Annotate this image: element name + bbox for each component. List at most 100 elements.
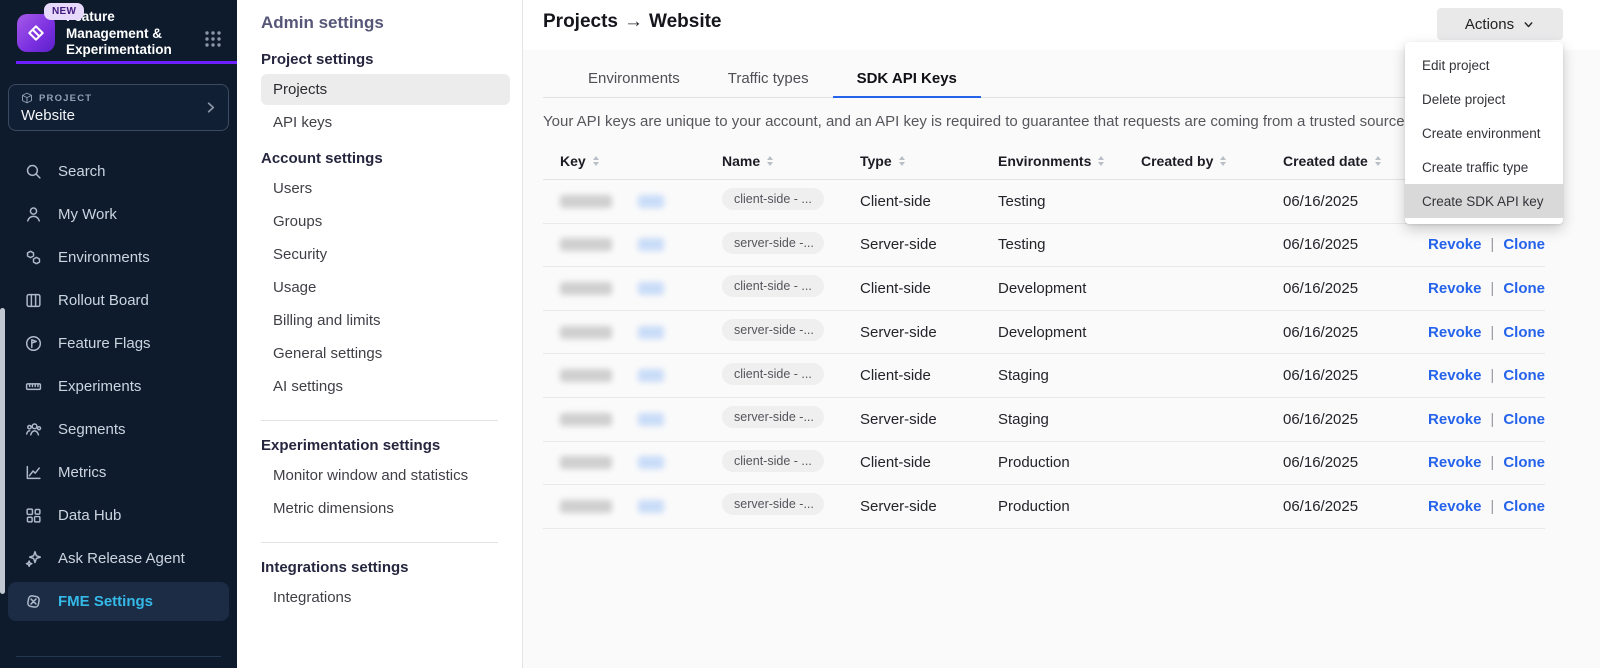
clone-link[interactable]: Clone xyxy=(1503,236,1545,253)
app-switcher-icon[interactable] xyxy=(204,30,222,48)
admin-item-billing-and-limits[interactable]: Billing and limits xyxy=(261,305,510,336)
menu-item-create-environment[interactable]: Create environment xyxy=(1405,116,1563,150)
admin-item-metric-dimensions[interactable]: Metric dimensions xyxy=(261,493,510,524)
redacted-key-value xyxy=(560,195,612,208)
key-cell xyxy=(560,369,722,382)
actions-separator: | xyxy=(1490,280,1494,297)
created-date-cell: 06/16/2025 xyxy=(1283,411,1413,428)
sidebar-item-segments[interactable]: Segments xyxy=(0,408,237,451)
column-header-label: Key xyxy=(560,153,586,169)
api-key-name-pill: client-side - ... xyxy=(722,450,824,472)
product-header: NEW Feature Management & Experimentation xyxy=(0,0,237,62)
admin-item-projects[interactable]: Projects xyxy=(261,74,510,105)
column-header-created-date[interactable]: Created date xyxy=(1283,153,1413,169)
clone-link[interactable]: Clone xyxy=(1503,367,1545,384)
sidebar-item-my-work[interactable]: My Work xyxy=(0,193,237,236)
revoke-link[interactable]: Revoke xyxy=(1428,280,1481,297)
accent-divider xyxy=(16,61,237,64)
project-label: PROJECT xyxy=(39,93,92,104)
environment-cell: Staging xyxy=(998,411,1141,428)
redacted-copy-link[interactable] xyxy=(638,326,664,339)
menu-item-create-sdk-api-key[interactable]: Create SDK API key xyxy=(1405,184,1563,218)
admin-item-groups[interactable]: Groups xyxy=(261,206,510,237)
sort-down-arrow xyxy=(1220,162,1226,166)
sidebar-item-environments[interactable]: Environments xyxy=(0,236,237,279)
ruler-icon xyxy=(24,378,42,395)
redacted-copy-link[interactable] xyxy=(638,238,664,251)
column-header-created-by[interactable]: Created by xyxy=(1141,153,1283,169)
table-row: client-side - ...Client-sideProduction06… xyxy=(543,442,1545,486)
sort-icon[interactable] xyxy=(1220,156,1226,166)
sidebar-scrollbar[interactable] xyxy=(0,308,5,594)
menu-item-create-traffic-type[interactable]: Create traffic type xyxy=(1405,150,1563,184)
redacted-copy-link[interactable] xyxy=(638,500,664,513)
redacted-copy-link[interactable] xyxy=(638,282,664,295)
column-header-name[interactable]: Name xyxy=(722,153,860,169)
column-header-environments[interactable]: Environments xyxy=(998,153,1141,169)
sidebar-item-feature-flags[interactable]: Feature Flags xyxy=(0,322,237,365)
admin-item-api-keys[interactable]: API keys xyxy=(261,107,510,138)
type-cell: Client-side xyxy=(860,454,998,471)
created-date-cell: 06/16/2025 xyxy=(1283,324,1413,341)
tab-sdk-api-keys[interactable]: SDK API Keys xyxy=(833,60,981,98)
menu-item-edit-project[interactable]: Edit project xyxy=(1405,48,1563,82)
admin-item-ai-settings[interactable]: AI settings xyxy=(261,371,510,402)
sort-icon[interactable] xyxy=(1375,156,1381,166)
key-cell xyxy=(560,195,722,208)
column-header-label: Environments xyxy=(998,153,1091,169)
column-header-type[interactable]: Type xyxy=(860,153,998,169)
table-header-row: Key NameTypeEnvironments Created byCreated… xyxy=(543,142,1545,180)
column-header-label: Created date xyxy=(1283,153,1368,169)
admin-item-users[interactable]: Users xyxy=(261,173,510,204)
tab-traffic-types[interactable]: Traffic types xyxy=(704,60,833,97)
sort-up-arrow xyxy=(593,156,599,160)
admin-item-monitor-window-and-statistics[interactable]: Monitor window and statistics xyxy=(261,460,510,491)
admin-item-general-settings[interactable]: General settings xyxy=(261,338,510,369)
created-date-cell: 06/16/2025 xyxy=(1283,498,1413,515)
tab-environments[interactable]: Environments xyxy=(564,60,704,97)
flag-icon xyxy=(24,335,42,352)
column-header-key[interactable]: Key xyxy=(560,153,722,169)
sort-icon[interactable] xyxy=(593,156,599,166)
admin-item-integrations[interactable]: Integrations xyxy=(261,582,510,613)
sidebar-item-experiments[interactable]: Experiments xyxy=(0,365,237,408)
revoke-link[interactable]: Revoke xyxy=(1428,411,1481,428)
actions-separator: | xyxy=(1490,324,1494,341)
clone-link[interactable]: Clone xyxy=(1503,324,1545,341)
clone-link[interactable]: Clone xyxy=(1503,411,1545,428)
revoke-link[interactable]: Revoke xyxy=(1428,454,1481,471)
revoke-link[interactable]: Revoke xyxy=(1428,498,1481,515)
chevron-down-icon xyxy=(1522,18,1535,31)
sort-icon[interactable] xyxy=(767,156,773,166)
revoke-link[interactable]: Revoke xyxy=(1428,236,1481,253)
type-cell: Server-side xyxy=(860,498,998,515)
breadcrumb-parent[interactable]: Projects xyxy=(543,11,618,32)
sidebar-item-rollout-board[interactable]: Rollout Board xyxy=(0,279,237,322)
project-selector[interactable]: PROJECT Website xyxy=(8,84,229,131)
main-content: Projects→Website Actions EnvironmentsTra… xyxy=(523,0,1600,668)
sort-icon[interactable] xyxy=(899,156,905,166)
actions-button[interactable]: Actions xyxy=(1437,8,1563,40)
revoke-link[interactable]: Revoke xyxy=(1428,367,1481,384)
sidebar-item-label: Rollout Board xyxy=(58,292,149,309)
menu-item-delete-project[interactable]: Delete project xyxy=(1405,82,1563,116)
sort-icon[interactable] xyxy=(1098,156,1104,166)
clone-link[interactable]: Clone xyxy=(1503,280,1545,297)
revoke-link[interactable]: Revoke xyxy=(1428,324,1481,341)
redacted-copy-link[interactable] xyxy=(638,413,664,426)
admin-item-usage[interactable]: Usage xyxy=(261,272,510,303)
breadcrumb: Projects→Website xyxy=(543,11,722,33)
clone-link[interactable]: Clone xyxy=(1503,498,1545,515)
redacted-copy-link[interactable] xyxy=(638,456,664,469)
sidebar-item-ask-release-agent[interactable]: Ask Release Agent xyxy=(0,537,237,580)
sidebar-item-data-hub[interactable]: Data Hub xyxy=(0,494,237,537)
sidebar-item-search[interactable]: Search xyxy=(0,150,237,193)
tab-bar: EnvironmentsTraffic typesSDK API Keys xyxy=(543,60,1545,98)
sidebar-item-metrics[interactable]: Metrics xyxy=(0,451,237,494)
project-cube-icon xyxy=(21,92,33,104)
redacted-copy-link[interactable] xyxy=(638,369,664,382)
admin-item-security[interactable]: Security xyxy=(261,239,510,270)
redacted-copy-link[interactable] xyxy=(638,195,664,208)
clone-link[interactable]: Clone xyxy=(1503,454,1545,471)
sidebar-item-fme-settings[interactable]: FME Settings xyxy=(8,582,229,621)
